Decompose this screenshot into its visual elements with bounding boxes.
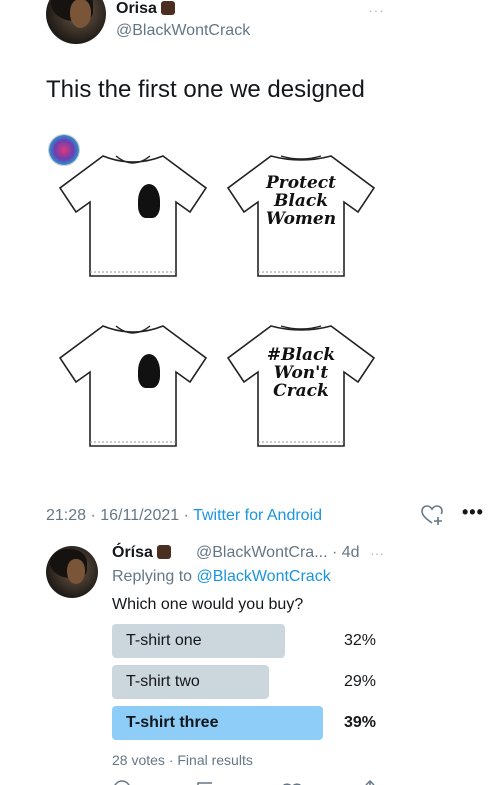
tshirt-back-image: #Black Won't Crack <box>226 320 376 450</box>
shirt-caption: Protect Black Women <box>265 173 337 229</box>
author-avatar[interactable] <box>46 0 106 44</box>
reply-icon <box>114 780 130 785</box>
shirt-caption: #Black Won't Crack <box>266 345 336 401</box>
tshirt-front-image <box>58 320 208 450</box>
more-options-icon[interactable]: ··· <box>370 545 384 561</box>
poll-option-percent: 39% <box>343 714 376 731</box>
silhouette-print-icon <box>138 354 160 388</box>
poll-option-label: T-shirt one <box>126 632 202 649</box>
raised-fist-icon <box>157 545 172 559</box>
poll-option-percent: 32% <box>343 632 376 649</box>
poll-option-percent: 29% <box>343 673 376 690</box>
author-name[interactable]: Orisa <box>116 0 176 18</box>
tshirt-back-image: Protect Black Women <box>226 150 376 280</box>
share-icon <box>365 779 375 785</box>
reply-author-avatar[interactable] <box>46 546 98 598</box>
tweet-actions <box>112 776 382 785</box>
tshirt-front-image <box>58 150 208 280</box>
more-options-icon[interactable]: ••• <box>462 502 484 523</box>
tweet-media[interactable]: Protect Black Women #Black Won't Crack <box>44 128 404 468</box>
poll-footer: 28 votes · Final results <box>112 752 253 768</box>
poll-option[interactable]: T-shirt two 29% <box>112 665 382 699</box>
like-add-icon[interactable] <box>420 503 444 527</box>
author-handle[interactable]: @BlackWontCrack <box>116 22 250 40</box>
replying-to-handle-link[interactable]: @BlackWontCrack <box>197 568 331 585</box>
replying-to: Replying to @BlackWontCrack <box>112 568 331 585</box>
more-options-icon[interactable]: ··· <box>368 2 385 18</box>
raised-fist-icon <box>161 1 176 15</box>
reply-text: Which one would you buy? <box>112 596 304 613</box>
reply-handle-time[interactable]: @BlackWontCra... · 4d <box>196 544 360 562</box>
reply-author-name[interactable]: Órísa <box>112 544 172 562</box>
poll-option-label: T-shirt two <box>126 673 200 690</box>
poll-option-label: T-shirt three <box>126 714 219 731</box>
client-link[interactable]: Twitter for Android <box>193 507 322 524</box>
tweet-text: This the first one we designed <box>46 76 365 103</box>
poll-option[interactable]: T-shirt three 39% <box>112 706 382 740</box>
poll-option[interactable]: T-shirt one 32% <box>112 624 382 658</box>
silhouette-print-icon <box>138 184 160 218</box>
tweet-timestamp[interactable]: 21:28 · 16/11/2021 · Twitter for Android <box>46 507 322 525</box>
